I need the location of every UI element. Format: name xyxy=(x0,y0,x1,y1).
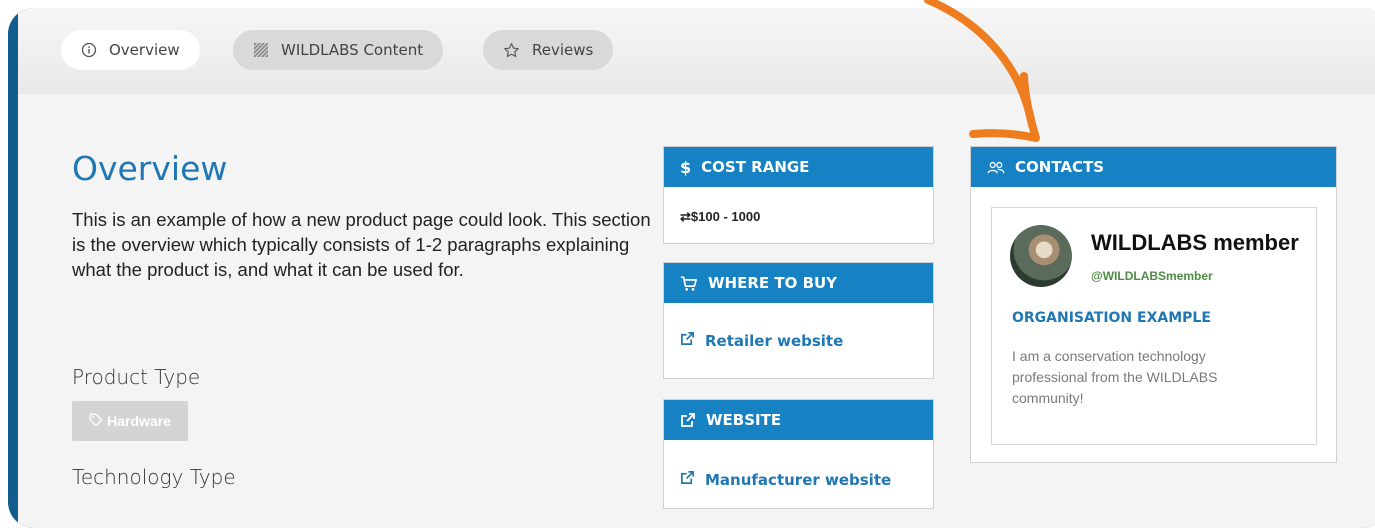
hatched-square-icon xyxy=(253,42,269,58)
page-frame: Overview WILDLABS Content Reviews Overvi… xyxy=(8,8,1375,528)
external-link-icon xyxy=(680,470,695,489)
cost-value-text: $100 - 1000 xyxy=(690,209,761,224)
overview-description: This is an example of how a new product … xyxy=(72,209,651,280)
where-to-buy-title: WHERE TO BUY xyxy=(708,274,838,292)
contact-handle[interactable]: @WILDLABSmember xyxy=(1091,269,1213,283)
tag-icon xyxy=(89,413,103,430)
tab-bar: Overview WILDLABS Content Reviews xyxy=(18,8,1375,94)
exchange-icon: ⇄ xyxy=(680,209,691,224)
tab-label: WILDLABS Content xyxy=(281,41,424,59)
website-title: WEBSITE xyxy=(706,411,782,429)
tab-label: Reviews xyxy=(532,41,594,59)
tag-label: Hardware xyxy=(107,413,171,429)
contacts-card: CONTACTS WILDLABS member @WILDLABSmember… xyxy=(970,146,1337,463)
retailer-website-link[interactable]: Retailer website xyxy=(680,331,917,350)
website-header: WEBSITE xyxy=(664,400,933,440)
tab-overview[interactable]: Overview xyxy=(61,30,200,70)
star-outline-icon xyxy=(503,42,520,59)
tab-label: Overview xyxy=(109,41,180,59)
cost-range-title: COST RANGE xyxy=(701,158,810,176)
contact-bio: I am a conservation technology professio… xyxy=(1012,348,1218,406)
manufacturer-website-label: Manufacturer website xyxy=(705,470,892,489)
info-circle-icon xyxy=(81,42,97,58)
contact-organisation[interactable]: ORGANISATION EXAMPLE xyxy=(1012,310,1211,326)
contacts-header: CONTACTS xyxy=(971,147,1336,187)
tab-wildlabs-content[interactable]: WILDLABS Content xyxy=(233,30,444,70)
cart-icon xyxy=(680,275,698,292)
product-type-label: Product Type xyxy=(72,365,201,389)
cost-range-card: $ COST RANGE ⇄$100 - 1000 xyxy=(663,146,934,244)
contact-profile-card[interactable]: WILDLABS member @WILDLABSmember ORGANISA… xyxy=(991,207,1317,445)
manufacturer-website-link[interactable]: Manufacturer website xyxy=(680,470,917,489)
external-link-icon xyxy=(680,331,695,350)
where-to-buy-card: WHERE TO BUY Retailer website xyxy=(663,262,934,379)
contacts-title: CONTACTS xyxy=(1015,158,1105,176)
product-panel: Overview WILDLABS Content Reviews Overvi… xyxy=(18,8,1375,528)
technology-type-label: Technology Type xyxy=(72,465,236,489)
tab-reviews[interactable]: Reviews xyxy=(483,30,614,70)
external-link-icon xyxy=(680,412,696,428)
where-to-buy-header: WHERE TO BUY xyxy=(664,263,933,303)
cost-range-header: $ COST RANGE xyxy=(664,147,933,187)
dollar-icon: $ xyxy=(680,157,692,177)
product-type-tag[interactable]: Hardware xyxy=(72,401,188,441)
avatar[interactable] xyxy=(1010,225,1072,287)
contact-name[interactable]: WILDLABS member xyxy=(1091,230,1299,256)
cost-range-value: ⇄$100 - 1000 xyxy=(680,209,917,225)
retailer-website-label: Retailer website xyxy=(705,331,844,350)
users-icon xyxy=(987,160,1005,175)
overview-heading: Overview xyxy=(72,149,228,188)
